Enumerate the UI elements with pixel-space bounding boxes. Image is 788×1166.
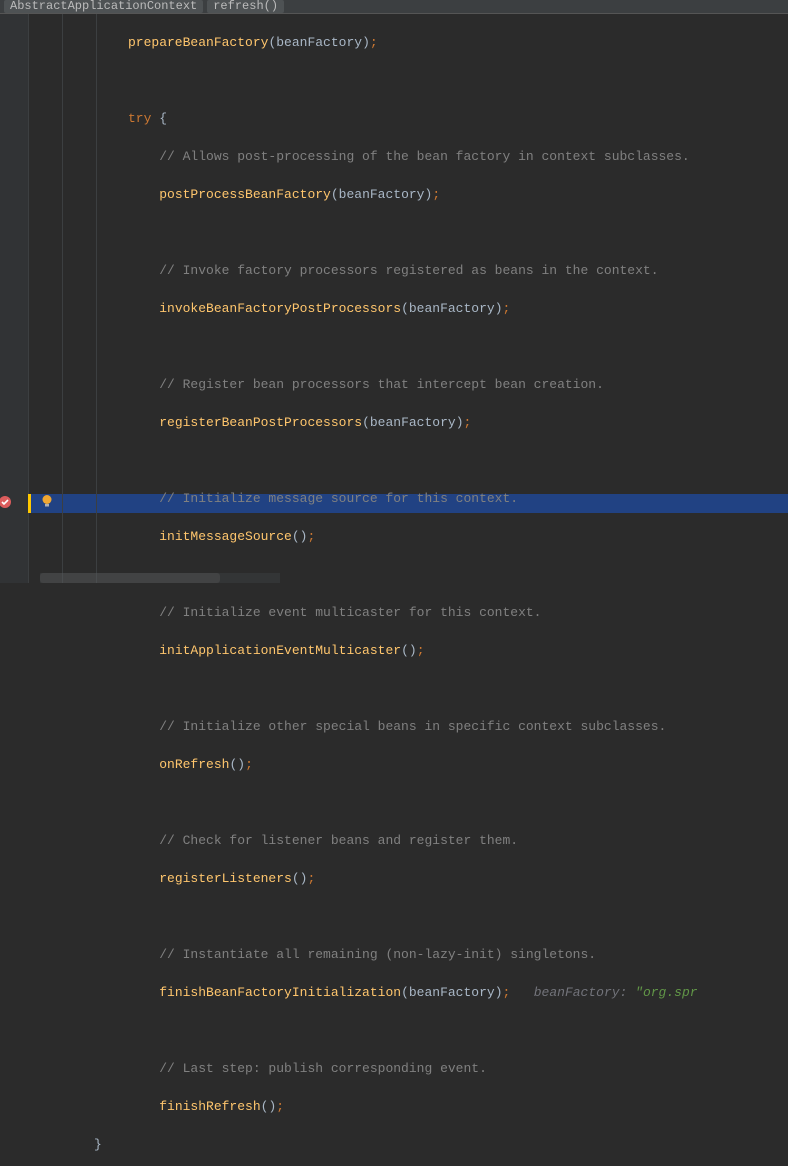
code-area[interactable]: prepareBeanFactory(beanFactory); try { /… — [128, 14, 788, 583]
method-call: registerListeners — [159, 871, 292, 886]
breadcrumb[interactable]: AbstractApplicationContext refresh() — [0, 0, 788, 14]
breadcrumb-class[interactable]: AbstractApplicationContext — [4, 0, 203, 13]
method-call: finishRefresh — [159, 1099, 260, 1114]
comment: // Invoke factory processors registered … — [159, 263, 658, 278]
comment: // Check for listener beans and register… — [159, 833, 518, 848]
method-call: registerBeanPostProcessors — [159, 415, 362, 430]
comment: // Initialize event multicaster for this… — [159, 605, 541, 620]
caret-indicator — [28, 494, 31, 513]
inline-debug-hint: beanFactory: "org.spr — [534, 985, 698, 1000]
editor[interactable]: prepareBeanFactory(beanFactory); try { /… — [0, 14, 788, 583]
method-call: finishBeanFactoryInitialization — [159, 985, 401, 1000]
method-call: onRefresh — [159, 757, 229, 772]
gutter[interactable] — [0, 14, 28, 583]
comment: // Last step: publish corresponding even… — [159, 1061, 487, 1076]
comment: // Initialize other special beans in spe… — [159, 719, 666, 734]
method-call: initMessageSource — [159, 529, 292, 544]
method-call: prepareBeanFactory — [128, 35, 268, 50]
comment: // Register bean processors that interce… — [159, 377, 604, 392]
keyword-try: try — [128, 111, 151, 126]
method-call: initApplicationEventMulticaster — [159, 643, 401, 658]
indent-guides — [28, 14, 128, 583]
breakpoint-icon[interactable] — [0, 495, 12, 509]
comment: // Allows post-processing of the bean fa… — [159, 149, 690, 164]
breadcrumb-method[interactable]: refresh() — [207, 0, 284, 13]
comment: // Instantiate all remaining (non-lazy-i… — [159, 947, 596, 962]
method-call: invokeBeanFactoryPostProcessors — [159, 301, 401, 316]
method-call: postProcessBeanFactory — [159, 187, 331, 202]
comment: // Initialize message source for this co… — [159, 491, 518, 506]
